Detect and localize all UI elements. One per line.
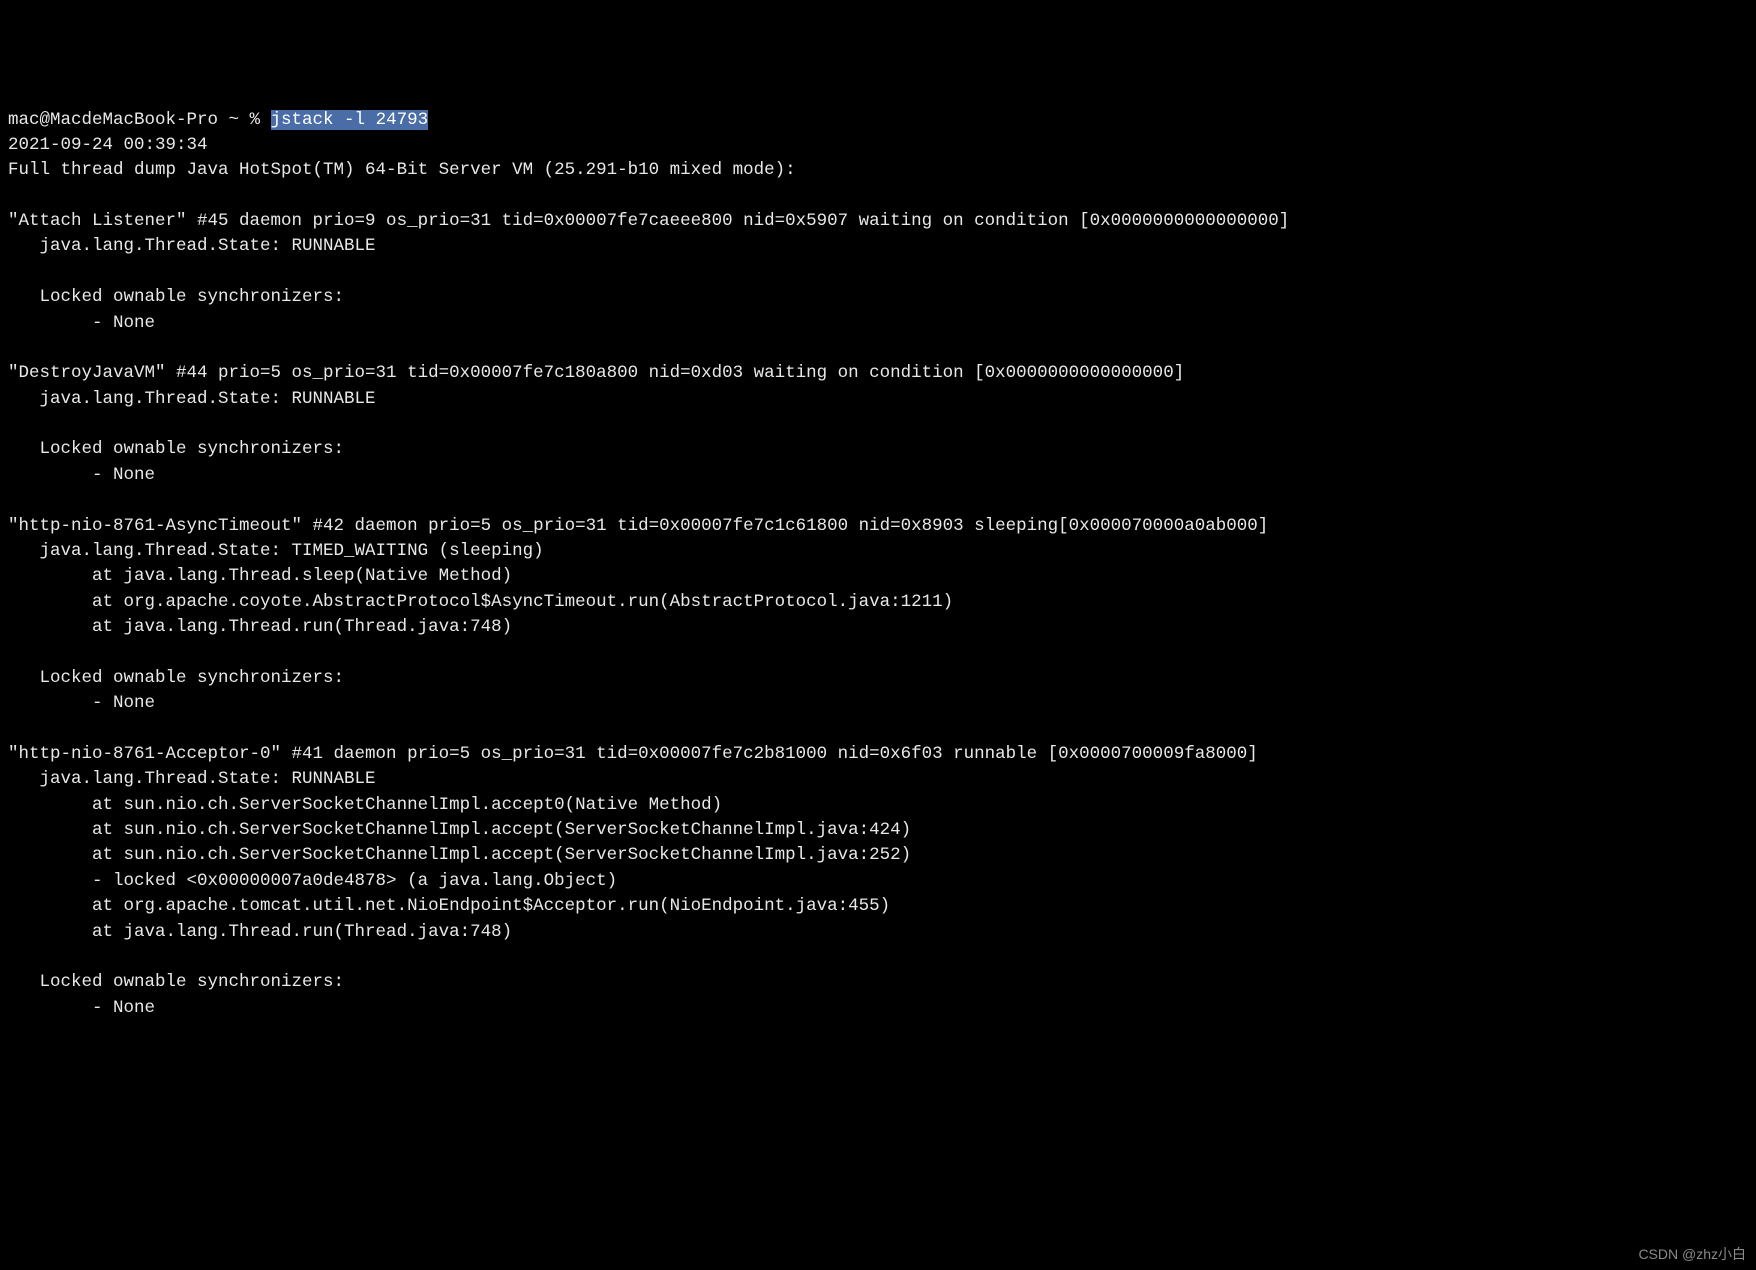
stack-frame: at java.lang.Thread.run(Thread.java:748) <box>8 922 512 942</box>
stack-frame: at java.lang.Thread.sleep(Native Method) <box>8 566 512 586</box>
sync-header: Locked ownable synchronizers: <box>8 287 344 307</box>
dump-header: Full thread dump Java HotSpot(TM) 64-Bit… <box>8 160 796 180</box>
stack-frame: at org.apache.tomcat.util.net.NioEndpoin… <box>8 896 890 916</box>
thread-state: java.lang.Thread.State: RUNNABLE <box>8 389 376 409</box>
stack-frame: at sun.nio.ch.ServerSocketChannelImpl.ac… <box>8 820 911 840</box>
sync-item: - None <box>8 998 155 1018</box>
thread-state: java.lang.Thread.State: TIMED_WAITING (s… <box>8 541 544 561</box>
stack-frame: at sun.nio.ch.ServerSocketChannelImpl.ac… <box>8 845 911 865</box>
sync-item: - None <box>8 465 155 485</box>
sync-header: Locked ownable synchronizers: <box>8 972 344 992</box>
stack-frame: at sun.nio.ch.ServerSocketChannelImpl.ac… <box>8 795 722 815</box>
sync-item: - None <box>8 693 155 713</box>
stack-frame: at java.lang.Thread.run(Thread.java:748) <box>8 617 512 637</box>
sync-item: - None <box>8 313 155 333</box>
shell-prompt: mac@MacdeMacBook-Pro ~ % <box>8 110 271 130</box>
sync-header: Locked ownable synchronizers: <box>8 439 344 459</box>
thread-header: "Attach Listener" #45 daemon prio=9 os_p… <box>8 211 1289 231</box>
command-text: jstack -l 24793 <box>271 110 429 130</box>
watermark-text: CSDN @zhz小白 <box>1638 1244 1746 1264</box>
thread-header: "http-nio-8761-Acceptor-0" #41 daemon pr… <box>8 744 1258 764</box>
terminal-output[interactable]: mac@MacdeMacBook-Pro ~ % jstack -l 24793… <box>8 108 1748 1022</box>
thread-header: "http-nio-8761-AsyncTimeout" #42 daemon … <box>8 516 1268 536</box>
timestamp-line: 2021-09-24 00:39:34 <box>8 135 208 155</box>
sync-header: Locked ownable synchronizers: <box>8 668 344 688</box>
stack-frame: - locked <0x00000007a0de4878> (a java.la… <box>8 871 617 891</box>
thread-state: java.lang.Thread.State: RUNNABLE <box>8 236 376 256</box>
stack-frame: at org.apache.coyote.AbstractProtocol$As… <box>8 592 953 612</box>
thread-state: java.lang.Thread.State: RUNNABLE <box>8 769 376 789</box>
thread-header: "DestroyJavaVM" #44 prio=5 os_prio=31 ti… <box>8 363 1184 383</box>
